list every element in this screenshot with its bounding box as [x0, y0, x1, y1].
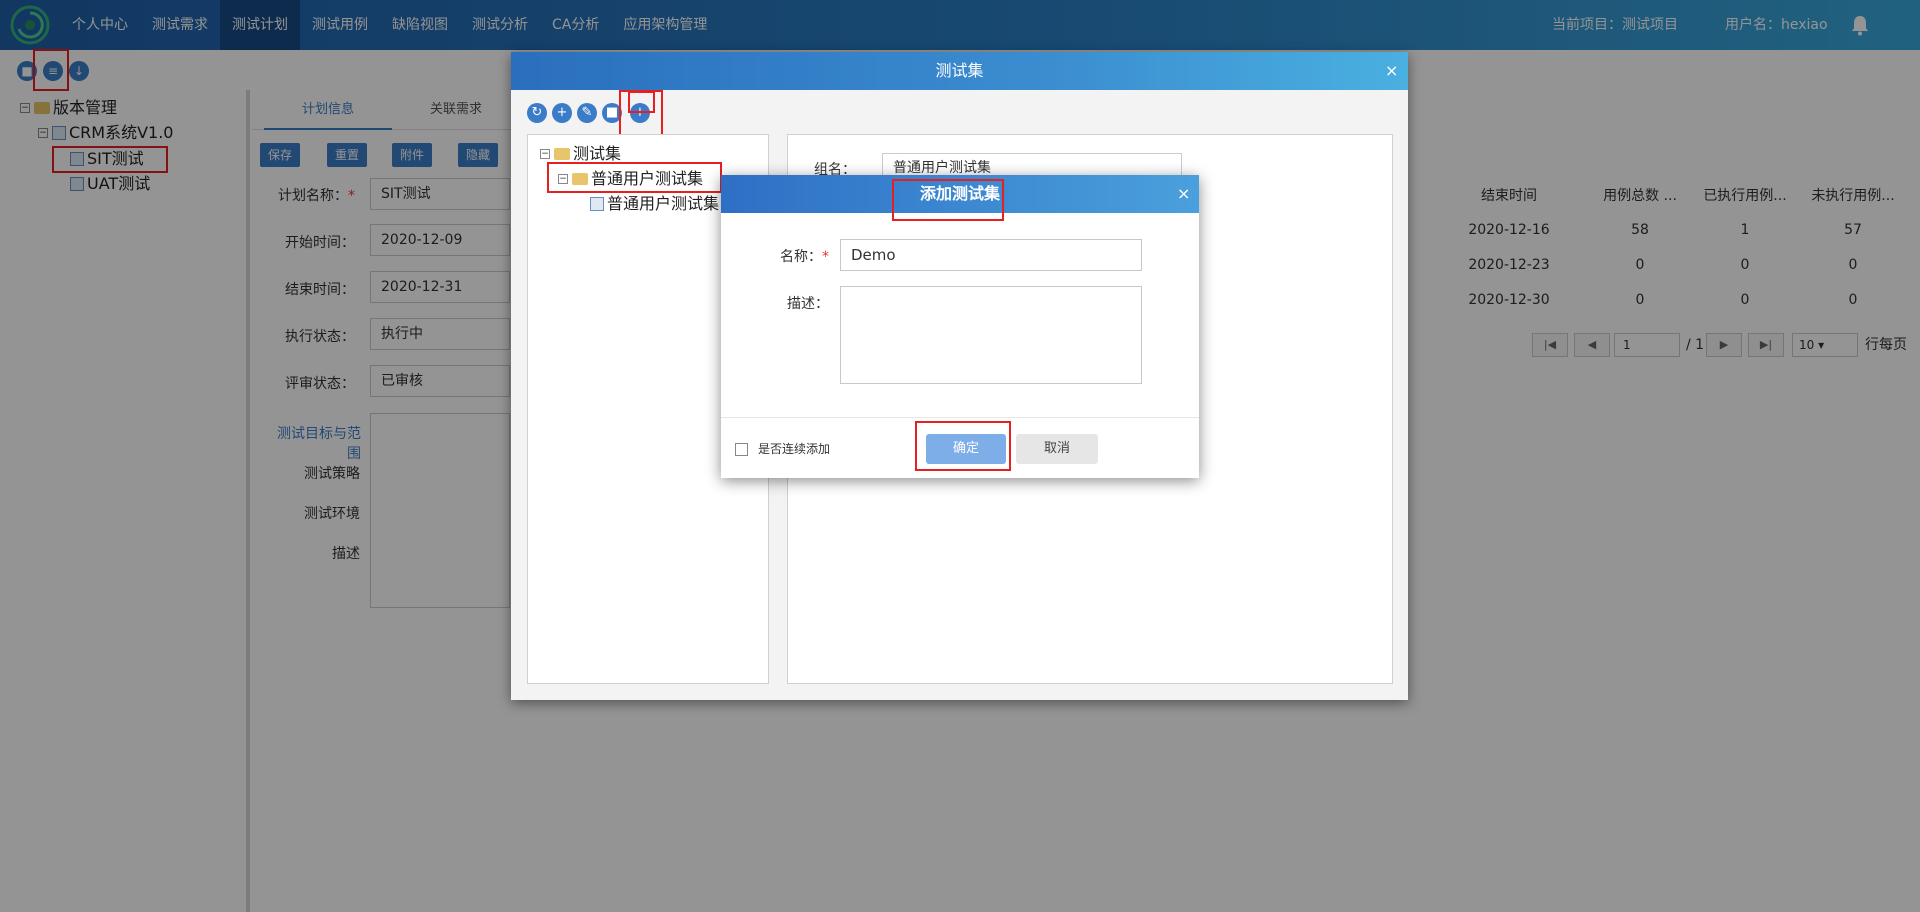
add-testset-modal: 添加测试集 × 名称：* Demo 描述： 是否连续添加 确定 取消	[721, 175, 1199, 478]
continuous-add-label[interactable]: 是否连续添加	[758, 438, 830, 460]
name-input[interactable]: Demo	[840, 239, 1142, 271]
close-icon[interactable]: ×	[1385, 52, 1398, 90]
desc-label: 描述：	[787, 296, 829, 312]
annotation-box	[547, 162, 722, 193]
cancel-button[interactable]: 取消	[1016, 434, 1098, 464]
edit-icon[interactable]: ✎	[577, 103, 597, 123]
tree-node-leaf[interactable]: 普通用户测试集	[590, 193, 719, 215]
refresh-icon[interactable]: ↻	[527, 103, 547, 123]
desc-textarea[interactable]	[840, 286, 1142, 384]
continuous-add-checkbox[interactable]	[735, 443, 748, 456]
footer-divider	[721, 417, 1199, 418]
add-icon[interactable]: +	[552, 103, 572, 123]
folder-icon	[554, 148, 570, 160]
close-icon[interactable]: ×	[1177, 175, 1190, 213]
collapse-icon[interactable]: −	[540, 149, 550, 159]
testset-modal-title: 测试集	[511, 52, 1408, 90]
tree-label: 普通用户测试集	[607, 194, 720, 213]
annotation-box	[915, 421, 1011, 471]
annotation-box	[619, 90, 663, 136]
document-icon	[590, 197, 604, 211]
name-label: 名称：*	[780, 249, 829, 265]
annotation-box	[892, 179, 1004, 221]
